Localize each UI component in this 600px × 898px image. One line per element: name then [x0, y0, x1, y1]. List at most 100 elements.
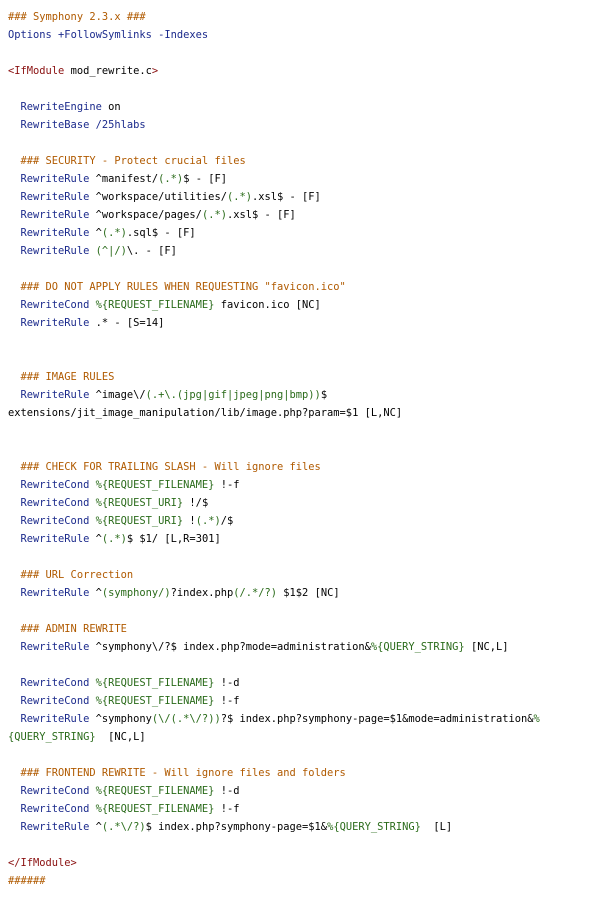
code-token: RewriteRule — [8, 641, 90, 653]
code-token: RewriteRule — [8, 191, 90, 203]
code-token: </IfModule> — [8, 857, 77, 869]
code-line: ### FRONTEND REWRITE - Will ignore files… — [8, 764, 600, 782]
code-token: RewriteEngine — [8, 101, 102, 113]
code-token: ### FRONTEND REWRITE - Will ignore files… — [8, 767, 346, 779]
code-token: ! — [183, 515, 196, 527]
code-token: .xsl$ - [F] — [226, 209, 296, 221]
code-line: </IfModule> — [8, 854, 600, 872]
code-token: RewriteRule — [8, 389, 90, 401]
code-token: RewriteCond — [8, 803, 90, 815]
code-token: .* - [S=14] — [89, 317, 165, 329]
code-token: +FollowSymlinks -Indexes — [51, 29, 209, 41]
code-token: !-f — [214, 803, 240, 815]
code-line: ### URL Correction — [8, 566, 600, 584]
code-line: RewriteRule ^(symphony/)?index.php(/.*/?… — [8, 584, 600, 602]
code-token: %{REQUEST_URI} — [89, 515, 184, 527]
code-token: RewriteCond — [8, 497, 90, 509]
code-line: RewriteEngine on — [8, 98, 600, 116]
code-token: RewriteRule — [8, 173, 90, 185]
code-token: ### SECURITY - Protect crucial files — [8, 155, 246, 167]
code-line: ### SECURITY - Protect crucial files — [8, 152, 600, 170]
code-token: !-d — [214, 677, 240, 689]
code-token: $ $1/ [L,R=301] — [126, 533, 221, 545]
code-line: RewriteRule .* - [S=14] — [8, 314, 600, 332]
code-token: (.*) — [101, 533, 127, 545]
code-token: ?$ index.php?symphony-page=$1&mode=admin… — [220, 713, 534, 725]
code-token: favicon.ico [NC] — [214, 299, 321, 311]
code-line: RewriteRule ^symphony(\/(.*\/?))?$ index… — [8, 710, 600, 728]
code-token: RewriteRule — [8, 821, 90, 833]
code-token: RewriteCond — [8, 695, 90, 707]
code-token: %{REQUEST_FILENAME} — [89, 785, 215, 797]
code-token: ### DO NOT APPLY RULES WHEN REQUESTING "… — [8, 281, 346, 293]
code-line: RewriteRule ^symphony\/?$ index.php?mode… — [8, 638, 600, 656]
code-line: RewriteRule ^(.*\/?)$ index.php?symphony… — [8, 818, 600, 836]
code-line: ### Symphony 2.3.x ### — [8, 8, 600, 26]
code-token: %{REQUEST_FILENAME} — [89, 695, 215, 707]
code-token: ### URL Correction — [8, 569, 134, 581]
code-token: \. - [F] — [126, 245, 177, 257]
code-token: ### ADMIN REWRITE — [8, 623, 127, 635]
code-line: RewriteRule ^manifest/(.*)$ - [F] — [8, 170, 600, 188]
code-line: extensions/jit_image_manipulation/lib/im… — [8, 404, 600, 422]
code-token: RewriteRule — [8, 209, 90, 221]
code-token: (.*) — [101, 227, 127, 239]
code-token: (/.*/?) — [233, 587, 278, 599]
code-token: ^ — [89, 587, 102, 599]
code-token: ^workspace/pages/ — [89, 209, 202, 221]
code-token: %{QUERY_STRING} — [327, 821, 421, 833]
code-token: RewriteCond — [8, 299, 90, 311]
code-token: {QUERY_STRING} — [8, 731, 96, 743]
code-token: ^ — [89, 227, 102, 239]
code-token: (.+\.(jpg|gif|jpeg|png|bmp)) — [145, 389, 321, 401]
code-token: [NC,L] — [464, 641, 509, 653]
code-token: ^manifest/ — [89, 173, 159, 185]
code-token: ^symphony\/?$ index.php?mode=administrat… — [89, 641, 371, 653]
code-line: ### ADMIN REWRITE — [8, 620, 600, 638]
code-token: .xsl$ - [F] — [252, 191, 321, 203]
code-token: (symphony/) — [101, 587, 171, 599]
code-token: /25hlabs — [89, 119, 146, 131]
code-line: RewriteCond %{REQUEST_FILENAME} favicon.… — [8, 296, 600, 314]
code-token: RewriteCond — [8, 515, 90, 527]
code-token: $ — [320, 389, 328, 401]
code-token: %{REQUEST_FILENAME} — [89, 479, 215, 491]
code-line: ###### — [8, 872, 600, 890]
code-line: RewriteCond %{REQUEST_FILENAME} !-f — [8, 800, 600, 818]
code-token: (.*\/?) — [101, 821, 146, 833]
code-token: %{QUERY_STRING} — [370, 641, 465, 653]
code-token: !-f — [214, 479, 240, 491]
code-line: Options +FollowSymlinks -Indexes — [8, 26, 600, 44]
code-token: (.*) — [158, 173, 184, 185]
code-token: RewriteCond — [8, 479, 90, 491]
code-token: ### IMAGE RULES — [8, 371, 115, 383]
code-line: <IfModule mod_rewrite.c> — [8, 62, 600, 80]
code-token: RewriteRule — [8, 713, 90, 725]
code-line: RewriteCond %{REQUEST_URI} !(.*)/$ — [8, 512, 600, 530]
code-line: RewriteRule ^(.*)$ $1/ [L,R=301] — [8, 530, 600, 548]
code-line: RewriteCond %{REQUEST_FILENAME} !-d — [8, 674, 600, 692]
code-token: ### CHECK FOR TRAILING SLASH - Will igno… — [8, 461, 321, 473]
code-token: ^ — [89, 821, 102, 833]
code-token: Options — [8, 29, 52, 41]
code-token: RewriteRule — [8, 533, 90, 545]
code-token: ?index.php — [170, 587, 234, 599]
code-token: [NC,L] — [95, 731, 146, 743]
code-token: ###### — [8, 875, 46, 887]
code-token: % — [533, 713, 540, 725]
code-token: RewriteBase — [8, 119, 90, 131]
code-token: RewriteCond — [8, 677, 90, 689]
code-line: RewriteRule ^workspace/utilities/(.*).xs… — [8, 188, 600, 206]
code-token: $1$2 [NC] — [277, 587, 340, 599]
code-token: RewriteRule — [8, 317, 90, 329]
code-line: RewriteCond %{REQUEST_URI} !/$ — [8, 494, 600, 512]
